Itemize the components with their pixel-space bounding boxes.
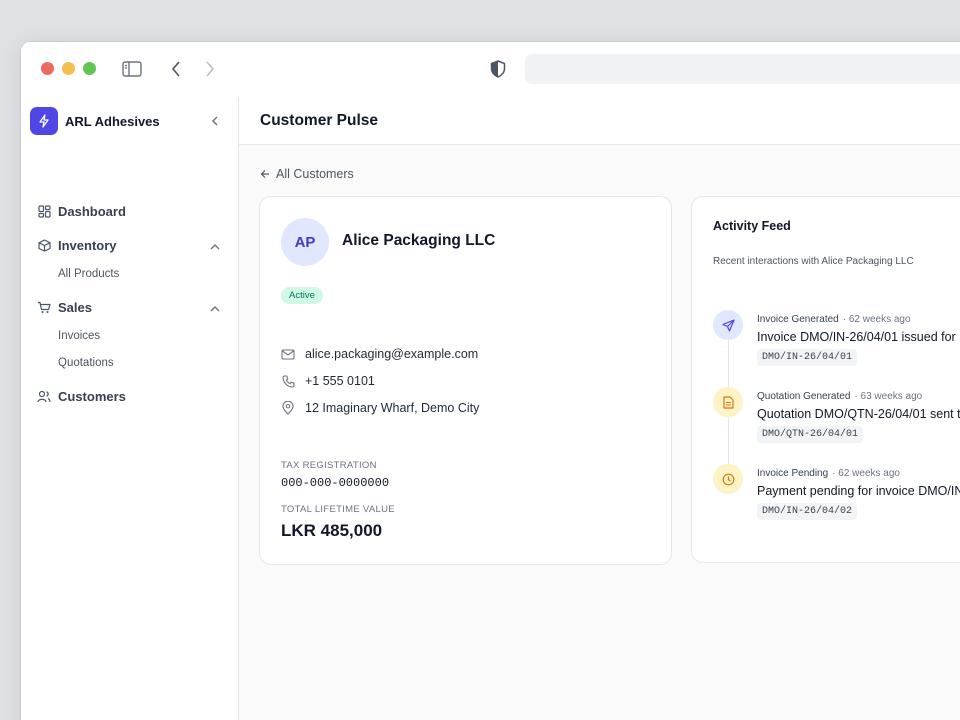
- minimize-window-button[interactable]: [62, 62, 75, 75]
- page-header: Customer Pulse: [239, 97, 960, 145]
- back-nav-icon[interactable]: [165, 58, 187, 80]
- sidebar-item-inventory[interactable]: Inventory: [37, 238, 117, 253]
- users-icon: [37, 390, 51, 404]
- send-icon: [713, 310, 743, 340]
- title-bar: [21, 42, 960, 97]
- collapse-sidebar-icon[interactable]: [207, 113, 223, 129]
- activity-description[interactable]: Invoice DMO/IN-26/04/01 issued for: [757, 330, 956, 344]
- activity-feed-subtitle: Recent interactions with Alice Packaging…: [713, 256, 914, 267]
- dashboard-icon: [37, 205, 51, 219]
- customer-profile-card: AP Alice Packaging LLC Active alice.pack…: [259, 196, 672, 565]
- clock-icon: [713, 464, 743, 494]
- address-bar[interactable]: [525, 54, 960, 84]
- close-window-button[interactable]: [41, 62, 54, 75]
- sidebar-item-label: Dashboard: [58, 204, 126, 219]
- sidebar-item-label: Sales: [58, 300, 92, 315]
- activity-description[interactable]: Quotation DMO/QTN-26/04/01 sent t: [757, 407, 960, 421]
- activity-type: Quotation Generated: [757, 391, 851, 402]
- sidebar-item-label: Inventory: [58, 238, 117, 253]
- phone-row[interactable]: +1 555 0101: [281, 374, 375, 388]
- sidebar-item-invoices[interactable]: Invoices: [58, 330, 100, 342]
- browser-window: ARL Adhesives Dashboard Inventory All Pr…: [20, 41, 960, 720]
- box-icon: [37, 239, 51, 253]
- email-row[interactable]: alice.packaging@example.com: [281, 347, 478, 361]
- customer-address: 12 Imaginary Wharf, Demo City: [305, 401, 480, 415]
- chevron-up-icon[interactable]: [209, 241, 221, 253]
- shield-icon[interactable]: [487, 58, 509, 80]
- map-pin-icon: [281, 401, 295, 415]
- status-badge: Active: [281, 287, 323, 304]
- avatar: AP: [281, 218, 329, 266]
- phone-icon: [281, 374, 295, 388]
- lifetime-value-label: TOTAL LIFETIME VALUE: [281, 504, 395, 515]
- sidebar-item-all-products[interactable]: All Products: [58, 268, 119, 280]
- tax-registration-value: 000-000-0000000: [281, 476, 390, 490]
- chevron-up-icon[interactable]: [209, 303, 221, 315]
- mail-icon: [281, 347, 295, 361]
- activity-time: · 62 weeks ago: [832, 468, 900, 479]
- brand-name: ARL Adhesives: [65, 113, 160, 129]
- sidebar-item-customers[interactable]: Customers: [37, 389, 126, 404]
- activity-description[interactable]: Payment pending for invoice DMO/IN: [757, 484, 960, 498]
- main-content: Customer Pulse All Customers AP Alice Pa…: [239, 97, 960, 720]
- address-row: 12 Imaginary Wharf, Demo City: [281, 401, 479, 415]
- activity-time: · 62 weeks ago: [842, 314, 911, 325]
- activity-heading: Quotation Generated · 63 weeks ago: [757, 391, 922, 402]
- activity-time: · 63 weeks ago: [854, 391, 923, 402]
- activity-feed-card: Activity Feed Recent interactions with A…: [691, 196, 960, 563]
- sidebar-item-quotations[interactable]: Quotations: [58, 357, 114, 369]
- sidebar-item-label: Customers: [58, 389, 126, 404]
- sidebar-toggle-icon[interactable]: [121, 58, 143, 80]
- activity-feed-title: Activity Feed: [713, 219, 791, 233]
- sidebar-item-sales[interactable]: Sales: [37, 300, 92, 315]
- tax-registration-label: TAX REGISTRATION: [281, 460, 377, 471]
- customer-name: Alice Packaging LLC: [342, 232, 496, 249]
- forward-nav-icon[interactable]: [199, 58, 221, 80]
- sidebar-item-dashboard[interactable]: Dashboard: [37, 204, 126, 219]
- maximize-window-button[interactable]: [83, 62, 96, 75]
- back-to-customers-link[interactable]: All Customers: [260, 167, 354, 181]
- lightning-icon: [30, 107, 58, 135]
- arrow-left-icon: [260, 169, 270, 179]
- lifetime-value: LKR 485,000: [281, 521, 383, 540]
- activity-type: Invoice Generated: [757, 314, 839, 325]
- document-code[interactable]: DMO/IN-26/04/02: [757, 503, 858, 520]
- document-code[interactable]: DMO/IN-26/04/01: [757, 349, 858, 366]
- document-icon: [713, 387, 743, 417]
- activity-type: Invoice Pending: [757, 468, 829, 479]
- page-title: Customer Pulse: [260, 112, 379, 129]
- back-link-label: All Customers: [276, 167, 354, 181]
- document-code[interactable]: DMO/QTN-26/04/01: [757, 426, 864, 443]
- customer-email: alice.packaging@example.com: [305, 347, 479, 361]
- cart-icon: [37, 301, 51, 315]
- sidebar: ARL Adhesives Dashboard Inventory All Pr…: [21, 97, 239, 720]
- customer-phone: +1 555 0101: [305, 374, 375, 388]
- brand[interactable]: ARL Adhesives: [30, 107, 160, 135]
- activity-heading: Invoice Generated · 62 weeks ago: [757, 314, 911, 325]
- activity-heading: Invoice Pending · 62 weeks ago: [757, 468, 900, 479]
